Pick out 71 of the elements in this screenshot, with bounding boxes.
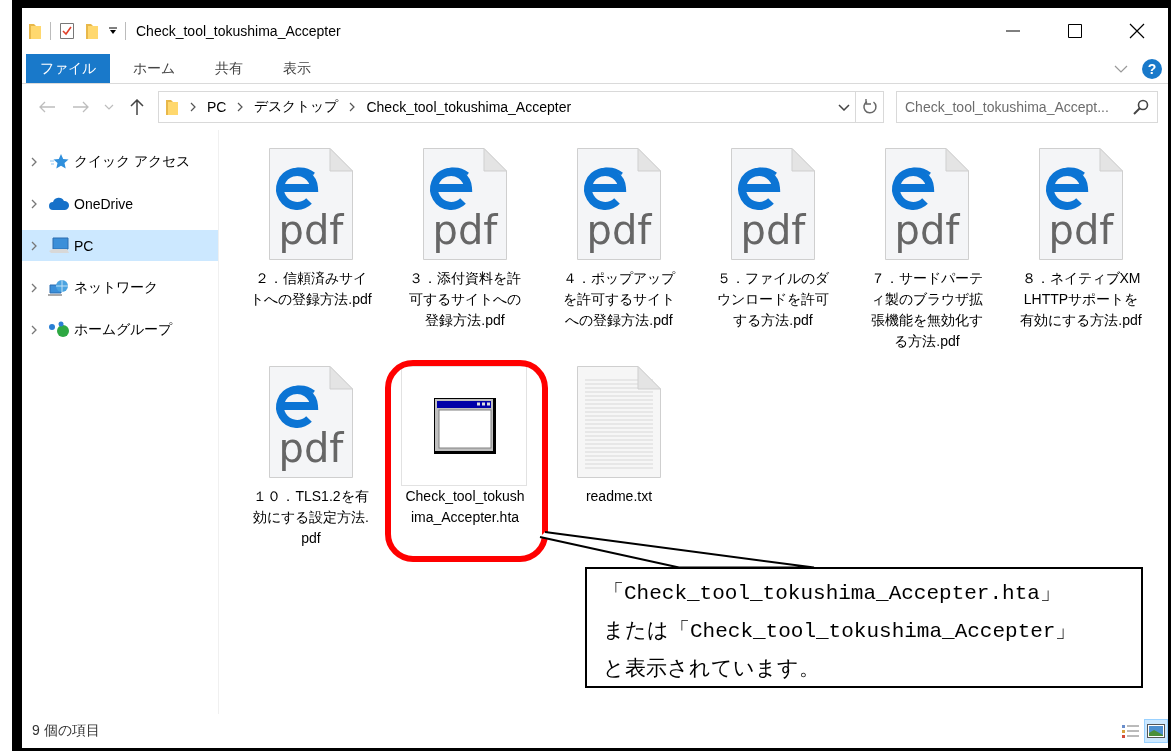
file-name[interactable]: Check_tool_tokushima_Accepter.hta	[404, 486, 526, 528]
star-icon	[49, 152, 69, 171]
chevron-right-icon	[236, 102, 245, 112]
nav-item[interactable]: ネットワーク	[22, 272, 218, 303]
file-name[interactable]: ４．ポップアップを許可するサイトへの登録方法.pdf	[558, 268, 680, 331]
nav-item[interactable]: OneDrive	[22, 188, 218, 219]
file-name[interactable]: readme.txt	[558, 486, 680, 507]
pdf-file-icon	[269, 148, 353, 260]
pdf-file-icon	[577, 148, 661, 260]
pdf-file-icon	[885, 148, 969, 260]
nav-item[interactable]: ホームグループ	[22, 314, 218, 345]
file-type-label: pdf	[585, 208, 653, 252]
file-type-label: pdf	[277, 208, 345, 252]
nav-item[interactable]: PC	[22, 230, 218, 261]
breadcrumb[interactable]: PC	[207, 99, 227, 115]
search-icon[interactable]	[1133, 99, 1149, 115]
folder-icon	[28, 22, 42, 40]
folder-icon	[165, 98, 179, 116]
window-title: Check_tool_tokushima_Accepter	[136, 23, 341, 39]
computer-icon	[48, 236, 70, 255]
help-button[interactable]: ?	[1142, 58, 1162, 79]
nav-item[interactable]: クイック アクセス	[22, 146, 218, 177]
pdf-file-icon	[1039, 148, 1123, 260]
callout-text: と表示されています。	[603, 656, 820, 683]
file-name[interactable]: ７．サードパーティ製のブラウザ拡張機能を無効化する方法.pdf	[866, 268, 988, 352]
file-type-label: pdf	[277, 426, 345, 470]
expand-ribbon-icon[interactable]	[1114, 64, 1128, 73]
chevron-right-icon[interactable]	[30, 324, 38, 335]
dropdown-icon[interactable]	[109, 27, 117, 35]
chevron-right-icon[interactable]	[30, 282, 38, 293]
chevron-right-icon	[348, 102, 357, 112]
chevron-right-icon[interactable]	[30, 240, 38, 251]
text-file-icon	[577, 366, 661, 478]
file-type-label: pdf	[739, 208, 807, 252]
ribbon-tab[interactable]: ファイル	[26, 54, 110, 83]
refresh-icon[interactable]	[861, 99, 878, 115]
view-toggle[interactable]	[1144, 719, 1168, 743]
file-name[interactable]: ３．添付資料を許可するサイトへの登録方法.pdf	[404, 268, 526, 331]
globe-computer-icon	[48, 278, 70, 297]
file-name[interactable]: １０．TLS1.2を有効にする設定方法.pdf	[250, 486, 372, 549]
pdf-file-icon	[269, 366, 353, 478]
close-icon[interactable]	[1129, 23, 1145, 39]
file-type-label: pdf	[893, 208, 961, 252]
file-type-label: pdf	[431, 208, 499, 252]
properties-check-icon[interactable]	[59, 22, 75, 40]
breadcrumb[interactable]: Check_tool_tokushima_Accepter	[366, 99, 572, 115]
callout-text: または「Check_tool_tokushima_Accepter」	[603, 619, 1077, 645]
cloud-icon	[48, 196, 70, 211]
details-view-icon	[1121, 723, 1139, 739]
breadcrumb[interactable]: デスクトップ	[254, 98, 339, 116]
application-window-icon	[433, 397, 497, 455]
callout-text: 「Check_tool_tokushima_Accepter.hta」	[603, 581, 1061, 607]
file-name[interactable]: ２．信頼済みサイトへの登録方法.pdf	[250, 268, 372, 310]
search-field[interactable]: Check_tool_tokushima_Accept...	[896, 91, 1158, 123]
maximize-icon[interactable]	[1068, 24, 1082, 38]
homegroup-icon	[48, 320, 70, 339]
pdf-file-icon	[731, 148, 815, 260]
chevron-right-icon[interactable]	[30, 156, 38, 167]
file-type-label: pdf	[1047, 208, 1115, 252]
large-icons-view-icon	[1147, 724, 1165, 738]
ribbon-tab[interactable]: 共有	[198, 54, 260, 83]
ribbon-tab[interactable]: ホーム	[116, 54, 192, 83]
up-arrow-icon[interactable]	[130, 99, 144, 115]
item-count: 9 個の項目	[32, 722, 100, 740]
ribbon-tab[interactable]: 表示	[266, 54, 328, 83]
chevron-right-icon	[189, 102, 197, 112]
pdf-file-icon	[423, 148, 507, 260]
chevron-down-icon[interactable]	[838, 103, 850, 111]
file-name[interactable]: ５．ファイルのダウンロードを許可する方法.pdf	[712, 268, 834, 331]
file-name[interactable]: ８．ネイティブXMLHTTPサポートを有効にする方法.pdf	[1020, 268, 1142, 331]
chevron-right-icon[interactable]	[30, 198, 38, 209]
